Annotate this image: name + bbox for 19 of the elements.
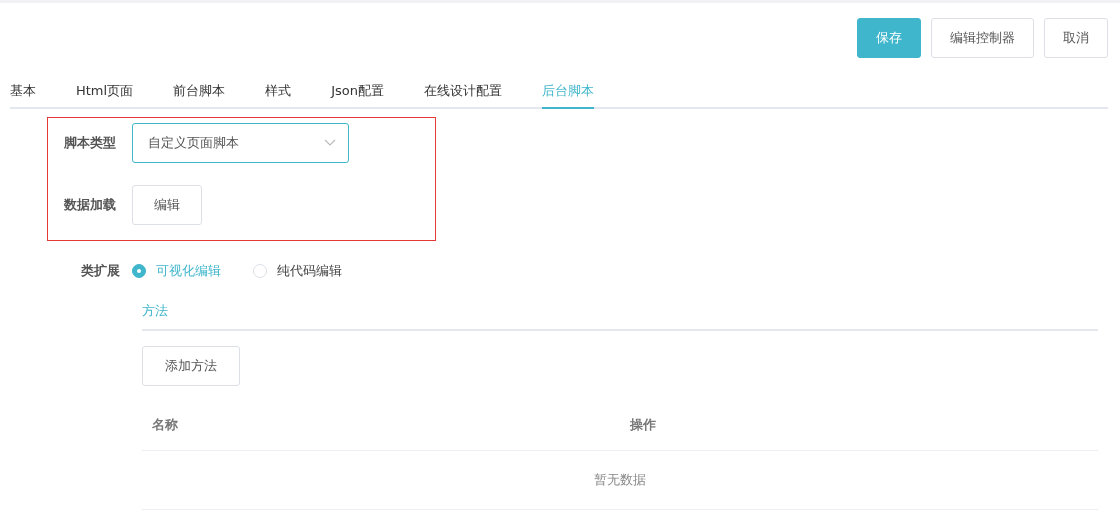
tab[interactable]: Json配置	[331, 75, 384, 109]
caret-icon	[324, 139, 336, 147]
action-button[interactable]: 编辑控制器	[931, 18, 1034, 58]
field-label: 数据加载	[64, 196, 117, 214]
field-label: 类扩展	[80, 262, 120, 280]
script-type-select[interactable]: 自定义页面脚本	[132, 123, 349, 163]
field-label: 脚本类型	[64, 134, 117, 152]
column-header: 名称	[142, 400, 620, 451]
empty-message: 暂无数据	[142, 450, 1098, 510]
tab[interactable]: 前台脚本	[173, 75, 226, 109]
column-header: 操作	[620, 400, 1098, 451]
add-method-button[interactable]: 添加方法	[142, 346, 240, 386]
radio-option[interactable]: 纯代码编辑	[253, 262, 342, 280]
tab[interactable]: 基本	[10, 75, 36, 109]
tab[interactable]: 在线设计配置	[423, 75, 502, 109]
action-button[interactable]: 取消	[1044, 18, 1108, 58]
edit-button[interactable]: 编辑	[132, 185, 202, 225]
tab[interactable]: Html页面	[76, 75, 134, 109]
tab[interactable]: 样式	[265, 75, 292, 109]
